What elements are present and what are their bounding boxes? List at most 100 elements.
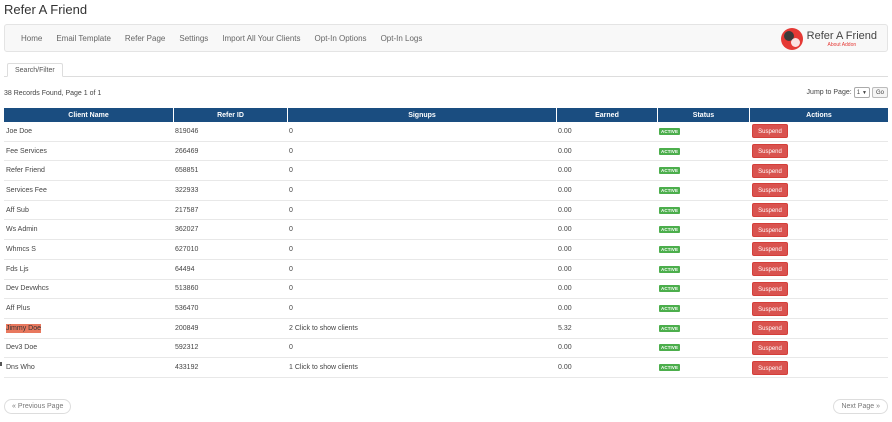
earned-value: 0.00 [558,127,572,135]
earned-value: 0.00 [558,364,572,372]
signups-value: 0 [289,305,293,313]
status-cell: ACTIVE [657,240,749,260]
nav-item-opt-in-options[interactable]: Opt-In Options [315,34,367,43]
client-name-cell: Ws Admin [4,220,173,241]
actions-cell: Suspend [749,122,888,142]
suspend-button[interactable]: Suspend [752,340,788,355]
nav-item-refer-page[interactable]: Refer Page [125,34,165,43]
client-name-cell: Services Fee [4,181,173,201]
refer-id-value: 536470 [175,305,199,313]
suspend-button[interactable]: Suspend [752,321,788,336]
status-badge: ACTIVE [659,285,681,293]
earned-value: 0.00 [558,226,572,234]
earned-value: 0.00 [558,147,572,155]
signups-cell[interactable]: 2 Click to show clients [287,319,556,339]
earned-cell: 0.00 [556,280,657,300]
suspend-button[interactable]: Suspend [752,124,788,139]
refer-id-value: 592312 [175,344,199,352]
next-page-button[interactable]: Next Page » [833,399,888,414]
signups-value[interactable]: 2 Click to show clients [289,325,358,332]
status-badge: ACTIVE [659,127,681,135]
actions-cell: Suspend [749,201,888,221]
refer-id-value: 658851 [175,167,199,175]
refer-id-cell: 819046 [173,122,287,142]
earned-cell: 0.00 [556,142,657,162]
status-cell: ACTIVE [657,122,749,142]
tab-search-filter[interactable]: Search/Filter [7,63,63,77]
table-row: Ws Admin 362027 0 0.00 ACTIVE Suspend [4,220,888,241]
column-header-refer-id[interactable]: Refer ID [173,108,287,122]
status-badge: ACTIVE [659,364,681,372]
refer-id-value: 627010 [175,245,199,253]
refer-id-value: 513860 [175,285,199,293]
column-header-earned[interactable]: Earned [556,108,657,122]
table-row: Joe Doe 819046 0 0.00 ACTIVE Suspend [4,122,888,142]
client-name-cell: Jimmy Doe [4,319,173,339]
table-header-row: Client Name Refer ID Signups Earned Stat… [4,108,888,122]
previous-page-button[interactable]: « Previous Page [4,399,72,414]
column-header-signups[interactable]: Signups [287,108,556,122]
signups-value: 0 [289,265,293,273]
client-name: Fds Ljs [6,265,29,273]
signups-value: 0 [289,127,293,135]
actions-cell: Suspend [749,319,888,339]
signups-cell[interactable]: 1 Click to show clients [287,358,556,378]
client-name-cell: Fee Services [4,142,173,162]
signups-value: 0 [289,344,293,352]
refer-id-cell: 536470 [173,299,287,319]
column-header-status[interactable]: Status [657,108,749,122]
earned-value: 0.00 [558,245,572,253]
clients-table: Client Name Refer ID Signups Earned Stat… [4,108,888,378]
suspend-button[interactable]: Suspend [752,183,788,198]
earned-value: 0.00 [558,344,572,352]
nav-menu: Home Email Template Refer Page Settings … [21,25,436,51]
suspend-button[interactable]: Suspend [752,163,788,178]
client-name: Ws Admin [6,226,38,234]
earned-cell: 0.00 [556,299,657,319]
status-badge: ACTIVE [659,305,681,313]
actions-cell: Suspend [749,260,888,280]
signups-cell: 0 [287,142,556,162]
signups-value: 0 [289,245,293,253]
suspend-button[interactable]: Suspend [752,301,788,316]
signups-cell: 0 [287,201,556,221]
refer-id-cell: 513860 [173,280,287,300]
client-name: Aff Plus [6,305,30,313]
column-header-client-name[interactable]: Client Name [4,108,173,122]
nav-item-import-clients[interactable]: Import All Your Clients [222,34,300,43]
signups-cell: 0 [287,280,556,300]
suspend-button[interactable]: Suspend [752,360,788,375]
signups-cell: 0 [287,161,556,182]
suspend-button[interactable]: Suspend [752,242,788,257]
refer-id-cell: 322933 [173,181,287,201]
earned-cell: 0.00 [556,201,657,221]
status-cell: ACTIVE [657,358,749,378]
brand[interactable]: Refer A Friend About Addon [780,28,877,50]
chevron-down-icon: ▼ [862,89,867,96]
table-row: Dev3 Doe 592312 0 0.00 ACTIVE Suspend [4,339,888,359]
earned-cell: 0.00 [556,122,657,142]
suspend-button[interactable]: Suspend [752,281,788,296]
client-name: Dev Devwhcs [6,285,49,293]
suspend-button[interactable]: Suspend [752,144,788,159]
go-button[interactable]: Go [871,87,888,98]
page-select[interactable]: 1 ▼ [853,87,870,98]
about-addon-link[interactable]: About Addon [807,42,877,48]
suspend-button[interactable]: Suspend [752,262,788,277]
suspend-button[interactable]: Suspend [752,203,788,218]
status-badge: ACTIVE [659,147,681,155]
signups-cell: 0 [287,220,556,241]
nav-item-home[interactable]: Home [21,34,42,43]
status-badge: ACTIVE [659,186,681,194]
client-name: Dev3 Doe [6,344,38,352]
nav-item-email-template[interactable]: Email Template [56,34,111,43]
status-badge: ACTIVE [659,206,681,214]
earned-value: 0.00 [558,305,572,313]
client-name: Services Fee [6,186,47,194]
suspend-button[interactable]: Suspend [752,222,788,237]
signups-value[interactable]: 1 Click to show clients [289,364,358,371]
nav-item-opt-in-logs[interactable]: Opt-In Logs [381,34,423,43]
nav-item-settings[interactable]: Settings [179,34,208,43]
earned-cell: 0.00 [556,161,657,182]
earned-cell: 0.00 [556,220,657,241]
